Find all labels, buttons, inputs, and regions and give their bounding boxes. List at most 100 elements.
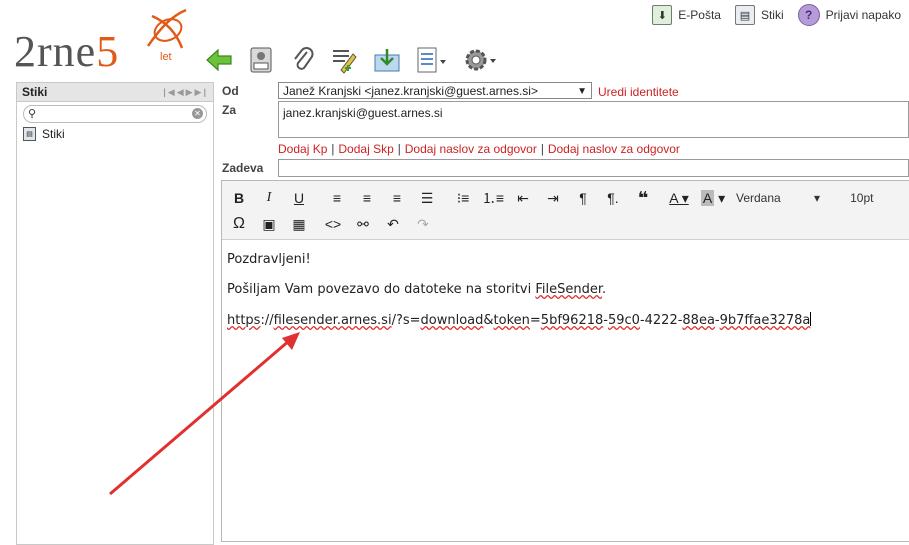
dropdown-arrow-icon: ▼ bbox=[577, 86, 587, 97]
nav-email-label: E-Pošta bbox=[678, 8, 721, 22]
add-followup-to-link[interactable]: Dodaj naslov za odgovor bbox=[548, 142, 680, 156]
signature-icon bbox=[333, 50, 357, 74]
scanner-icon bbox=[250, 47, 272, 73]
subject-label: Zadeva bbox=[222, 161, 264, 175]
bold-button[interactable]: B bbox=[224, 186, 254, 210]
top-nav: ⬇ E-Pošta ▤ Stiki ? Prijavi napako bbox=[652, 0, 909, 30]
editor-toolbar: B I U ≡ ≡ ≡ ☰ ⁝≡ ⒈≡ ⇤ ⇥ ¶ ¶. ❝ A ▾ A ▾ V… bbox=[222, 181, 909, 240]
nav-contacts[interactable]: ▤ Stiki bbox=[734, 5, 784, 25]
message-text: Pošiljam Vam povezavo do datoteke na sto… bbox=[227, 282, 536, 297]
url-part: https bbox=[227, 313, 261, 328]
compose-toolbar bbox=[205, 42, 499, 78]
redo-icon[interactable]: ↷ bbox=[408, 212, 438, 236]
contact-group-label: Stiki bbox=[42, 127, 65, 141]
greeting-line: Pozdravljeni! bbox=[227, 252, 311, 267]
url-part: 5bf96218 bbox=[540, 313, 604, 328]
indent-icon[interactable]: ⇥ bbox=[538, 186, 568, 210]
font-size-select[interactable]: 10pt bbox=[850, 191, 873, 205]
message-editor: B I U ≡ ≡ ≡ ☰ ⁝≡ ⒈≡ ⇤ ⇥ ¶ ¶. ❝ A ▾ A ▾ V… bbox=[221, 180, 909, 542]
message-period: . bbox=[602, 282, 607, 297]
attachment-icon bbox=[294, 47, 314, 70]
outdent-icon[interactable]: ⇤ bbox=[508, 186, 538, 210]
nav-email[interactable]: ⬇ E-Pošta bbox=[652, 5, 721, 25]
settings-icon bbox=[465, 49, 496, 71]
url-part: -4222- bbox=[639, 313, 683, 328]
add-cc-link[interactable]: Dodaj Kp bbox=[278, 142, 327, 156]
to-field-value: janez.kranjski@guest.arnes.si bbox=[283, 106, 443, 120]
rtl-paragraph-icon[interactable]: ¶. bbox=[598, 186, 628, 210]
font-family-value: Verdana bbox=[736, 191, 781, 205]
undo-icon[interactable]: ↶ bbox=[378, 212, 408, 236]
url-part: filesender.arnes.si bbox=[273, 313, 392, 328]
add-reply-to-link[interactable]: Dodaj naslov za odgovor bbox=[405, 142, 537, 156]
blockquote-icon[interactable]: ❝ bbox=[628, 186, 658, 210]
insert-image-icon[interactable]: ▣ bbox=[254, 212, 284, 236]
url-part: 59c0 bbox=[607, 313, 640, 328]
underline-button[interactable]: U bbox=[284, 186, 314, 210]
contacts-search: ⚲ ✕ bbox=[23, 105, 207, 123]
signature-button[interactable] bbox=[331, 46, 359, 74]
contact-group-stiki[interactable]: ▤ Stiki bbox=[23, 127, 207, 141]
filesender-word: FileSender bbox=[535, 282, 603, 297]
back-button[interactable] bbox=[205, 46, 233, 74]
ltr-paragraph-icon[interactable]: ¶ bbox=[568, 186, 598, 210]
logo-text: 2rne bbox=[14, 27, 97, 76]
logo-swirl-icon bbox=[146, 8, 187, 49]
clear-search-icon[interactable]: ✕ bbox=[192, 108, 203, 119]
insert-media-icon[interactable]: ▦ bbox=[284, 212, 314, 236]
bullet-list-icon[interactable]: ⁝≡ bbox=[448, 186, 478, 210]
text-caret bbox=[810, 312, 812, 326]
message-line: Pošiljam Vam povezavo do datoteke na sto… bbox=[227, 282, 904, 297]
from-select[interactable]: Janež Kranjski <janez.kranjski@guest.arn… bbox=[278, 82, 592, 99]
contacts-panel-title: Stiki bbox=[22, 85, 48, 99]
to-field[interactable]: janez.kranjski@guest.arnes.si bbox=[278, 101, 909, 138]
contacts-panel-header: Stiki |◀◀▶▶| bbox=[17, 82, 213, 102]
italic-button[interactable]: I bbox=[254, 186, 284, 210]
nav-report-bug[interactable]: ? Prijavi napako bbox=[797, 4, 901, 26]
align-justify-icon[interactable]: ☰ bbox=[412, 186, 442, 210]
subject-field[interactable] bbox=[278, 159, 909, 177]
url-part: 9b7ffae3278a bbox=[719, 313, 811, 328]
align-left-icon[interactable]: ≡ bbox=[322, 186, 352, 210]
find-replace-icon[interactable]: ⚯ bbox=[348, 212, 378, 236]
font-family-select[interactable]: Verdana ▾ bbox=[736, 191, 820, 205]
attach-button[interactable] bbox=[289, 46, 317, 74]
save-draft-button[interactable] bbox=[373, 46, 401, 74]
url-line: https://filesender.arnes.si/?s=download&… bbox=[227, 312, 904, 328]
highlight-color-icon[interactable]: A ▾ bbox=[698, 186, 728, 210]
settings-button[interactable] bbox=[463, 46, 499, 74]
search-icon: ⚲ bbox=[28, 108, 37, 120]
url-part: :// bbox=[260, 313, 274, 328]
nav-contacts-label: Stiki bbox=[760, 8, 784, 22]
logo-suffix: let bbox=[160, 51, 172, 63]
email-download-icon: ⬇ bbox=[652, 5, 673, 25]
back-arrow-icon bbox=[206, 48, 232, 72]
from-label: Od bbox=[222, 84, 239, 98]
pager-arrows-icon[interactable]: |◀◀▶▶| bbox=[163, 87, 208, 98]
contacts-search-input[interactable] bbox=[42, 107, 196, 122]
document-options-button[interactable] bbox=[415, 46, 449, 74]
arnes-logo: 2rne5 let bbox=[14, 6, 189, 76]
from-select-value: Janež Kranjski <janez.kranjski@guest.arn… bbox=[283, 84, 538, 98]
align-center-icon[interactable]: ≡ bbox=[352, 186, 382, 210]
url-part: 88ea bbox=[682, 313, 715, 328]
url-part: download bbox=[420, 313, 484, 328]
numbered-list-icon[interactable]: ⒈≡ bbox=[478, 186, 508, 210]
to-label: Za bbox=[222, 103, 237, 117]
align-right-icon[interactable]: ≡ bbox=[382, 186, 412, 210]
text-color-icon[interactable]: A ▾ bbox=[664, 186, 694, 210]
address-book-icon: ▤ bbox=[734, 5, 755, 25]
special-char-icon[interactable]: Ω bbox=[224, 212, 254, 236]
url-part: = bbox=[529, 313, 541, 328]
contacts-panel: Stiki |◀◀▶▶| ⚲ ✕ ▤ Stiki bbox=[16, 82, 214, 545]
logo-number: 5 bbox=[96, 27, 120, 76]
url-part: & bbox=[483, 313, 494, 328]
edit-identities-link[interactable]: Uredi identitete bbox=[598, 85, 679, 99]
save-icon bbox=[374, 49, 400, 72]
nav-report-label: Prijavi napako bbox=[825, 8, 901, 22]
source-code-icon[interactable]: <> bbox=[318, 212, 348, 236]
add-bcc-link[interactable]: Dodaj Skp bbox=[338, 142, 393, 156]
editor-body[interactable]: Pozdravljeni! Pošiljam Vam povezavo do d… bbox=[222, 240, 909, 355]
scan-button[interactable] bbox=[247, 46, 275, 74]
url-part: /?s= bbox=[391, 313, 421, 328]
